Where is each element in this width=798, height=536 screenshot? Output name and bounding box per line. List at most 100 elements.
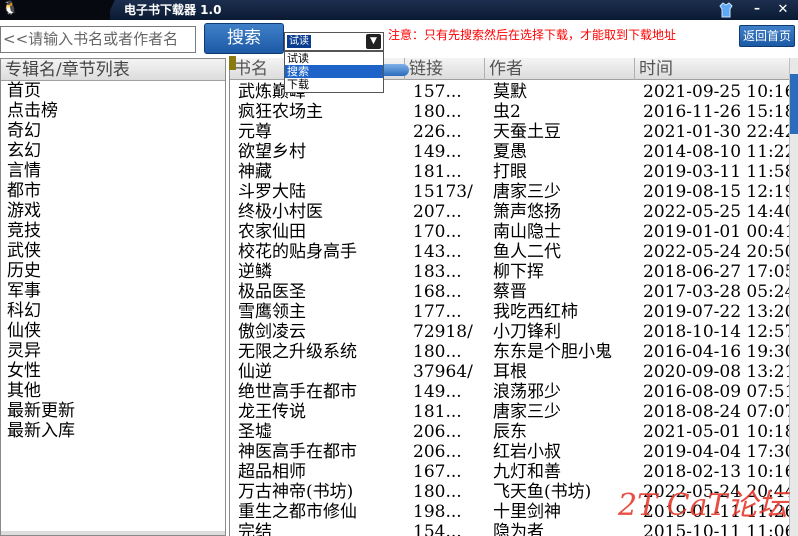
cell-author: 十里剑神 xyxy=(493,502,561,522)
cell-title: 校花的贴身高手 xyxy=(238,242,357,262)
table-row[interactable]: 绝世高手在都市 149... 浪荡邪少 2016-08-09 07:51 xyxy=(230,382,790,402)
cell-author: 天蚕土豆 xyxy=(493,122,561,142)
category-item[interactable]: 其他 xyxy=(1,381,225,401)
dropdown-option[interactable]: 搜索 xyxy=(285,65,383,78)
search-button[interactable]: 搜索 xyxy=(204,23,284,54)
cell-time: 2017-03-28 05:24 xyxy=(643,282,790,302)
cell-time: 2019-07-22 13:20 xyxy=(643,302,790,322)
table-row[interactable]: 极品医圣 168... 蔡晋 2017-03-28 05:24 xyxy=(230,282,790,302)
home-button[interactable]: 返回首页 xyxy=(739,25,795,47)
cell-title: 雪鹰领主 xyxy=(238,302,306,322)
cell-link: 181... xyxy=(413,162,462,182)
splitter-grip[interactable] xyxy=(229,56,236,70)
category-item[interactable]: 军事 xyxy=(1,281,225,301)
skin-shirt-icon[interactable] xyxy=(717,1,735,19)
category-item[interactable]: 奇幻 xyxy=(1,121,225,141)
category-item[interactable]: 最新入库 xyxy=(1,421,225,441)
penguin-icon: 🐧 xyxy=(2,1,19,16)
column-header-link[interactable]: 链接 xyxy=(405,58,485,80)
search-input[interactable]: <<请输入书名或者作者名>> xyxy=(0,26,196,73)
table-row[interactable]: 元尊 226... 天蚕土豆 2021-01-30 22:42 xyxy=(230,122,790,142)
category-item[interactable]: 首页 xyxy=(1,81,225,101)
cell-link: 143... xyxy=(413,242,462,262)
dropdown-option[interactable]: 下载 xyxy=(285,78,383,91)
cell-time: 2014-08-10 11:22 xyxy=(643,142,790,162)
cell-time: 2022-05-24 20:50 xyxy=(643,242,790,262)
category-list-header[interactable]: 专辑名/章节列表 xyxy=(1,59,225,81)
category-item[interactable]: 都市 xyxy=(1,181,225,201)
category-item[interactable]: 游戏 xyxy=(1,201,225,221)
table-row[interactable]: 龙王传说 181... 唐家三少 2018-08-24 07:07 xyxy=(230,402,790,422)
cell-link: 180... xyxy=(413,482,462,502)
table-row[interactable]: 超品相师 167... 九灯和善 2018-02-13 10:16 xyxy=(230,462,790,482)
cell-link: 157... xyxy=(413,82,462,102)
vertical-scrollbar[interactable] xyxy=(789,58,798,536)
cell-author: 红岩小叔 xyxy=(493,442,561,462)
category-item[interactable]: 言情 xyxy=(1,161,225,181)
table-row[interactable]: 欲望乡村 149... 夏愚 2014-08-10 11:22 xyxy=(230,142,790,162)
category-item[interactable]: 女性 xyxy=(1,361,225,381)
category-item[interactable]: 仙侠 xyxy=(1,321,225,341)
cell-time: 2018-08-24 07:07 xyxy=(643,402,790,422)
table-row[interactable]: 疯狂农场主 180... 虫2 2016-11-26 15:18 xyxy=(230,102,790,122)
title-bar[interactable]: 🐧 电子书下载器 1.0 – ✕ xyxy=(0,0,798,20)
book-table: 书名 链接 作者 时间 武炼巅峰 157... 莫默 2021-09-25 10:16… xyxy=(229,58,798,536)
cell-title: 绝世高手在都市 xyxy=(238,382,357,402)
table-row[interactable]: 仙逆 37964/耳根 2020-09-08 13:21 xyxy=(230,362,790,382)
table-row[interactable]: 圣墟 206... 辰东 2021-05-01 10:18 xyxy=(230,422,790,442)
table-row[interactable]: 逆鳞 183... 柳下挥 2018-06-27 17:05 xyxy=(230,262,790,282)
table-row[interactable]: 终极小村医 207... 箫声悠扬 2022-05-25 14:40 xyxy=(230,202,790,222)
cell-time: 2021-09-25 10:16 xyxy=(643,82,790,102)
cell-link: 149... xyxy=(413,382,462,402)
cell-author: 东东是个胆小鬼 xyxy=(493,342,612,362)
mode-select[interactable]: 试读 ▼ xyxy=(284,32,384,51)
category-item[interactable]: 历史 xyxy=(1,261,225,281)
table-row[interactable]: 雪鹰领主 177... 我吃西红柿 2019-07-22 13:20 xyxy=(230,302,790,322)
table-row[interactable]: 无限之升级系统 180... 东东是个胆小鬼 2016-04-16 19:30 xyxy=(230,342,790,362)
cell-author: 我吃西红柿 xyxy=(493,302,578,322)
column-header-time[interactable]: 时间 xyxy=(635,58,790,80)
cell-link: 181... xyxy=(413,402,462,422)
cell-link: 15173/ xyxy=(413,182,473,202)
table-row[interactable]: 校花的贴身高手 143... 鱼人二代 2022-05-24 20:50 xyxy=(230,242,790,262)
table-row[interactable]: 斗罗大陆 15173/唐家三少 2019-08-15 12:19 xyxy=(230,182,790,202)
category-item[interactable]: 科幻 xyxy=(1,301,225,321)
category-item[interactable]: 点击榜 xyxy=(1,101,225,121)
close-button[interactable]: ✕ xyxy=(772,1,794,18)
notice-text: 注意：只有先搜索然后在选择下载，才能取到下载地址 xyxy=(388,28,677,42)
cell-title: 逆鳞 xyxy=(238,262,272,282)
table-row[interactable]: 神医高手在都市 206... 红岩小叔 2019-04-04 17:30 xyxy=(230,442,790,462)
minimize-button[interactable]: – xyxy=(747,1,767,18)
table-row[interactable]: 农家仙田 170... 南山隐士 2019-01-01 00:41 xyxy=(230,222,790,242)
category-list-panel: 专辑名/章节列表 首页 点击榜 奇幻 玄幻 言情 都市 游戏 竞技 武侠 历史 … xyxy=(0,58,226,536)
category-item[interactable]: 武侠 xyxy=(1,241,225,261)
table-row[interactable]: 完结 154... 隐为者 2015-10-11 11:06 xyxy=(230,522,790,536)
category-item[interactable]: 玄幻 xyxy=(1,141,225,161)
cell-author: 莫默 xyxy=(493,82,527,102)
dropdown-option[interactable]: 试读 xyxy=(285,52,383,65)
cell-title: 极品医圣 xyxy=(238,282,306,302)
window-title: 电子书下载器 1.0 xyxy=(124,3,222,17)
category-item[interactable]: 最新更新 xyxy=(1,401,225,421)
cell-time: 2022-05-25 14:40 xyxy=(643,202,790,222)
table-row[interactable]: 神藏 181... 打眼 2019-03-11 11:58 xyxy=(230,162,790,182)
cell-link: 170... xyxy=(413,222,462,242)
cell-title: 龙王传说 xyxy=(238,402,306,422)
cell-time: 2018-10-14 12:57 xyxy=(643,322,790,342)
cell-author: 鱼人二代 xyxy=(493,242,561,262)
cell-title: 疯狂农场主 xyxy=(238,102,323,122)
cell-time: 2016-04-16 19:30 xyxy=(643,342,790,362)
category-item[interactable]: 竞技 xyxy=(1,221,225,241)
column-header-author[interactable]: 作者 xyxy=(485,58,635,80)
cell-author: 虫2 xyxy=(493,102,521,122)
scrollbar-thumb[interactable] xyxy=(790,74,798,134)
table-row[interactable]: 傲剑凌云 72918/小刀锋利 2018-10-14 12:57 xyxy=(230,322,790,342)
cell-time: 2018-02-13 10:16 xyxy=(643,462,790,482)
chevron-down-icon[interactable]: ▼ xyxy=(366,34,381,49)
cell-author: 小刀锋利 xyxy=(493,322,561,342)
left-horizontal-scrollbar[interactable] xyxy=(1,531,225,535)
cell-author: 飞天鱼(书坊) xyxy=(493,482,592,502)
category-item[interactable]: 灵异 xyxy=(1,341,225,361)
cell-title: 万古神帝(书坊) xyxy=(238,482,354,502)
cell-link: 168... xyxy=(413,282,462,302)
